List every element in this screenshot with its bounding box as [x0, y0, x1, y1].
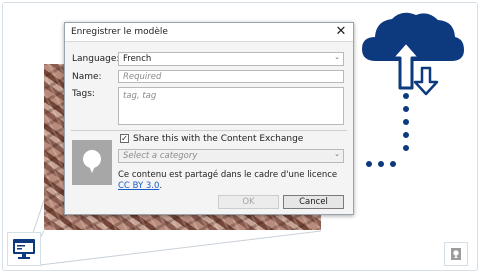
dialog-title: Enregistrer le modèle [71, 27, 168, 37]
monitor-badge [7, 232, 41, 266]
monitor-icon [13, 239, 35, 259]
tags-label: Tags: [72, 89, 95, 99]
name-input[interactable]: Required [118, 70, 344, 83]
chevron-down-icon: ⌄ [334, 53, 340, 61]
close-icon[interactable]: ✕ [334, 24, 348, 39]
ok-button[interactable]: OK [218, 195, 279, 209]
chevron-down-icon: ⌄ [334, 150, 340, 158]
category-select[interactable]: Select a category ⌄ [118, 149, 344, 163]
name-label: Name: [72, 72, 102, 82]
category-placeholder: Select a category [123, 151, 198, 161]
language-value: French [123, 54, 152, 64]
license-text: Ce contenu est partagé dans le cadre d'u… [118, 170, 338, 180]
license-link[interactable]: CC BY 3.0 [118, 181, 159, 191]
save-template-dialog: Enregistrer le modèle ✕ Language: French… [64, 22, 354, 215]
tags-placeholder: tag, tag [123, 91, 157, 101]
image-placeholder-icon [83, 150, 101, 173]
cancel-button[interactable]: Cancel [283, 195, 344, 209]
license-notice: Ce contenu est partagé dans le cadre d'u… [118, 170, 348, 192]
license-end: . [159, 181, 163, 191]
divider [71, 130, 347, 131]
image-badge[interactable] [444, 242, 468, 266]
share-label: Share this with the Content Exchange [133, 134, 304, 144]
language-label: Language: [72, 54, 120, 64]
checkmark-icon: ✓ [121, 134, 128, 143]
template-thumbnail [72, 140, 112, 185]
share-checkbox[interactable]: ✓ [120, 134, 129, 143]
image-icon [451, 248, 461, 260]
language-select[interactable]: French ⌄ [118, 52, 344, 66]
tags-input[interactable]: tag, tag [118, 87, 344, 125]
cloud-upload-download-icon [362, 12, 464, 167]
dialog-titlebar: Enregistrer le modèle ✕ [65, 23, 353, 42]
name-placeholder: Required [123, 72, 162, 82]
